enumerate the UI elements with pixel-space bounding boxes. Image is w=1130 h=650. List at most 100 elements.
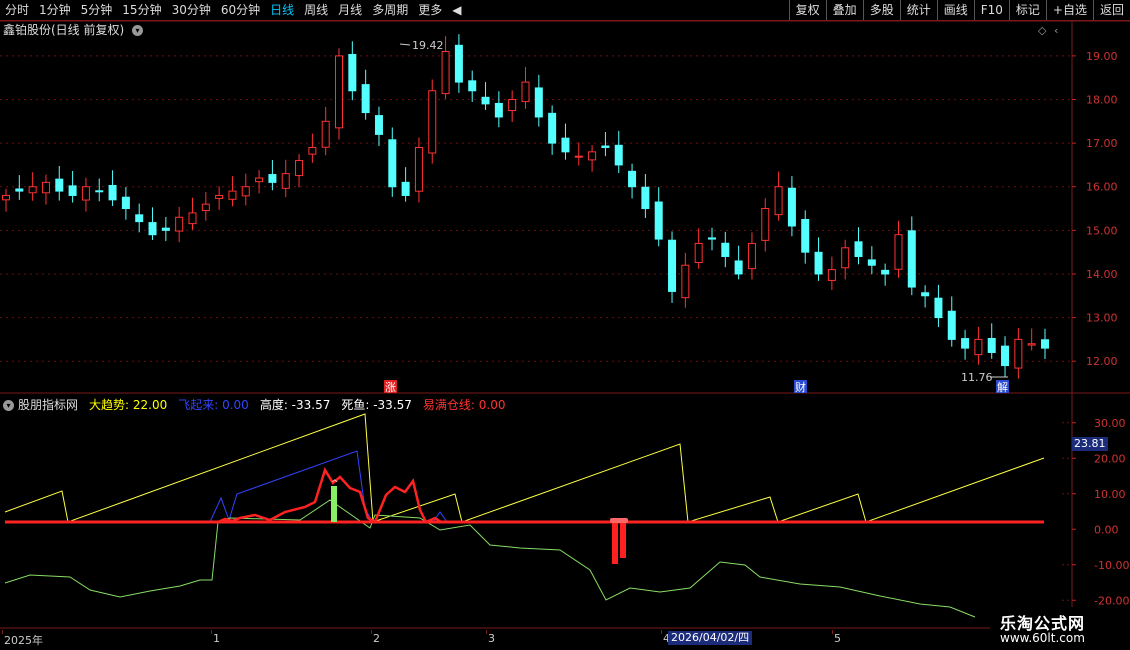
watermark-url: www.60lt.com [1000, 631, 1085, 645]
candle-body [188, 212, 197, 225]
candle-body [881, 269, 890, 275]
chevron-down-icon[interactable]: ▾ [3, 400, 14, 411]
date-tick-mark [211, 630, 212, 634]
indicator-legend: ▾ 股朋指标网 大趋势: 22.00 飞起来: 0.00 高度: -33.57 死鱼: -… [3, 396, 517, 413]
candle-body [348, 53, 357, 92]
low-label: 11.76 [961, 371, 993, 384]
candle-body [734, 260, 743, 275]
high-label: 19.42 [412, 39, 444, 52]
price-tick-label: 12.00 [1086, 355, 1118, 368]
indicator-name[interactable]: 股朋指标网 [18, 398, 78, 412]
candle-body [255, 177, 264, 183]
candle-body [801, 218, 810, 253]
indicator-items: 大趋势: 22.00 飞起来: 0.00 高度: -33.57 死鱼: -33.57 易… [84, 398, 511, 412]
candle-body [41, 181, 50, 194]
candle-body [787, 187, 796, 227]
candle-body [894, 234, 903, 270]
candle-body [135, 214, 144, 223]
date-tick-mark [486, 630, 487, 634]
candle-body [215, 194, 224, 199]
candle-body [361, 84, 370, 114]
candle-body [721, 242, 730, 258]
candle-body [1014, 338, 1023, 369]
indicator-item: 高度: -33.57 [259, 398, 331, 412]
candle-body [814, 251, 823, 275]
indicator-item: 死鱼: -33.57 [341, 398, 412, 412]
candle-body [121, 196, 130, 210]
candle-body [441, 51, 450, 95]
candle-body [601, 145, 610, 148]
candle-body [761, 208, 770, 241]
candle-body [55, 178, 64, 192]
candle-body [374, 115, 383, 135]
candle-body [81, 186, 90, 201]
candle-body [241, 186, 250, 197]
event-marker-label: 财 [795, 380, 806, 394]
candle-body [494, 102, 503, 118]
candle-body [401, 181, 410, 196]
signal-mark: ^ [331, 479, 339, 489]
candle-body [468, 80, 477, 92]
date-tick-mark [371, 630, 372, 634]
candle-body [707, 237, 716, 240]
candle-body [308, 146, 317, 155]
candle-body [574, 155, 583, 158]
candle-body [654, 201, 663, 240]
signal-bar [612, 522, 618, 564]
event-marker-label: 涨 [385, 381, 396, 394]
kline-chart[interactable]: 19.00 18.00 17.00 16.00 15.00 14.00 13.00 12.00… [0, 0, 1130, 650]
candle-body [1001, 345, 1010, 367]
candle-body [428, 90, 437, 154]
indicator-item: 飞起来: 0.00 [178, 398, 249, 412]
chevron-icon: ‹ [1054, 24, 1058, 37]
fly-line [209, 450, 448, 523]
candle-body [268, 174, 277, 183]
indicator-tick-label: 30.00 [1094, 417, 1126, 430]
candle-body [281, 173, 290, 189]
candle-body [668, 239, 677, 292]
signal-bar [331, 486, 337, 522]
candle-body [108, 184, 117, 201]
candle-body [681, 264, 690, 299]
high-pointer [399, 43, 411, 46]
candle-body [508, 99, 517, 112]
candle-body [295, 160, 304, 177]
candle-body [534, 87, 543, 118]
candle-body [561, 137, 570, 153]
indicator-tick-label: 20.00 [1094, 452, 1126, 465]
candle-body [2, 194, 10, 201]
candle-body [68, 185, 77, 196]
indicator-item: 易满仓线: 0.00 [422, 398, 506, 412]
diamond-icon: ◇ [1038, 24, 1047, 37]
height-line [4, 499, 976, 618]
candle-body [321, 120, 330, 148]
date-tick: 2025年 [4, 634, 43, 647]
candle-body [414, 146, 423, 192]
candle-body [947, 310, 956, 340]
date-tick: 1 [213, 632, 220, 645]
price-tick-label: 18.00 [1086, 94, 1118, 107]
price-tick-label: 16.00 [1086, 181, 1118, 194]
candle-body [15, 188, 24, 192]
candle-body [974, 338, 983, 356]
date-tick-mark [2, 630, 3, 634]
price-tick-label: 19.00 [1086, 50, 1118, 63]
candle-body [907, 230, 916, 288]
candle-body [454, 44, 463, 83]
candle-body [28, 186, 37, 194]
signal-bar [620, 522, 626, 558]
candle-body [1041, 339, 1049, 349]
candle-body [481, 96, 490, 105]
date-tick: 2 [373, 632, 380, 645]
candle-body [161, 227, 170, 231]
candle-body [827, 269, 836, 281]
candle-body [841, 247, 850, 269]
date-axis: 2025年 1 2 3 4 5 [0, 630, 1072, 650]
candle-body [694, 242, 703, 263]
indicator-item: 大趋势: 22.00 [89, 398, 168, 412]
candle-body [921, 292, 930, 297]
date-tick-mark [832, 630, 833, 634]
candle-body [987, 337, 996, 353]
candle-body [628, 170, 637, 188]
candle-body [148, 222, 157, 236]
